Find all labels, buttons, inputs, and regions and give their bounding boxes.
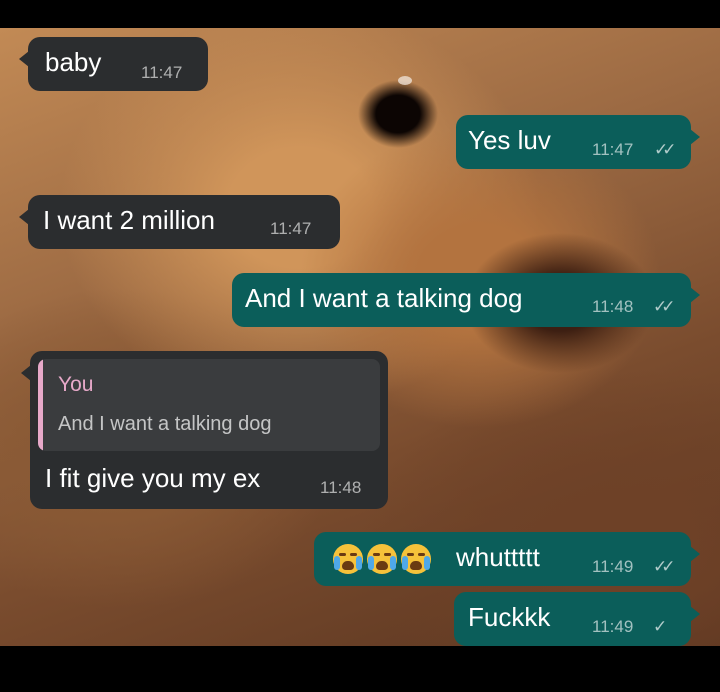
message-bubble-incoming[interactable]: I want 2 million 11:47 — [19, 195, 340, 249]
loudly-crying-face-emoji — [333, 544, 363, 574]
message-text: whuttttt — [456, 542, 540, 572]
loudly-crying-face-emoji — [367, 544, 397, 574]
message-text: Fuckkk — [468, 602, 551, 632]
message-bubble-outgoing[interactable]: Yes luv 11:47 ✓✓ — [456, 115, 700, 169]
message-bubble-outgoing[interactable]: Fuckkk 11:49 ✓ — [454, 592, 700, 646]
quoted-reply[interactable]: You And I want a talking dog — [38, 359, 380, 451]
message-time: 11:47 — [592, 140, 634, 159]
loudly-crying-face-emoji — [401, 544, 431, 574]
message-time: 11:49 — [592, 617, 634, 636]
message-time: 11:47 — [141, 63, 183, 82]
message-text: I fit give you my ex — [45, 463, 261, 493]
message-bubble-incoming[interactable]: baby 11:47 — [19, 37, 208, 91]
top-black-bar — [0, 0, 720, 28]
reply-author: You — [58, 373, 94, 396]
message-time: 11:47 — [270, 219, 312, 238]
message-time: 11:48 — [592, 297, 634, 316]
bottom-black-bar — [0, 646, 720, 692]
read-double-check-icon: ✓✓ — [653, 297, 675, 316]
emoji-group — [333, 544, 435, 574]
dog-eye-highlight — [398, 76, 412, 85]
read-double-check-icon: ✓✓ — [654, 140, 676, 159]
message-text: I want 2 million — [43, 205, 215, 235]
message-time: 11:49 — [592, 557, 634, 576]
delivered-check-icon: ✓ — [653, 617, 667, 636]
message-time: 11:48 — [320, 478, 362, 497]
read-double-check-icon: ✓✓ — [653, 557, 675, 576]
message-text: And I want a talking dog — [245, 283, 523, 313]
message-bubble-incoming-with-reply[interactable]: You And I want a talking dog I fit give … — [21, 351, 388, 509]
reply-text: And I want a talking dog — [58, 413, 272, 435]
reply-accent-bar — [38, 359, 43, 451]
message-text: Yes luv — [468, 125, 551, 155]
message-bubble-outgoing[interactable]: And I want a talking dog 11:48 ✓✓ — [232, 273, 700, 327]
message-text: baby — [45, 47, 102, 77]
message-bubble-outgoing[interactable]: whuttttt 11:49 ✓✓ — [314, 532, 700, 586]
